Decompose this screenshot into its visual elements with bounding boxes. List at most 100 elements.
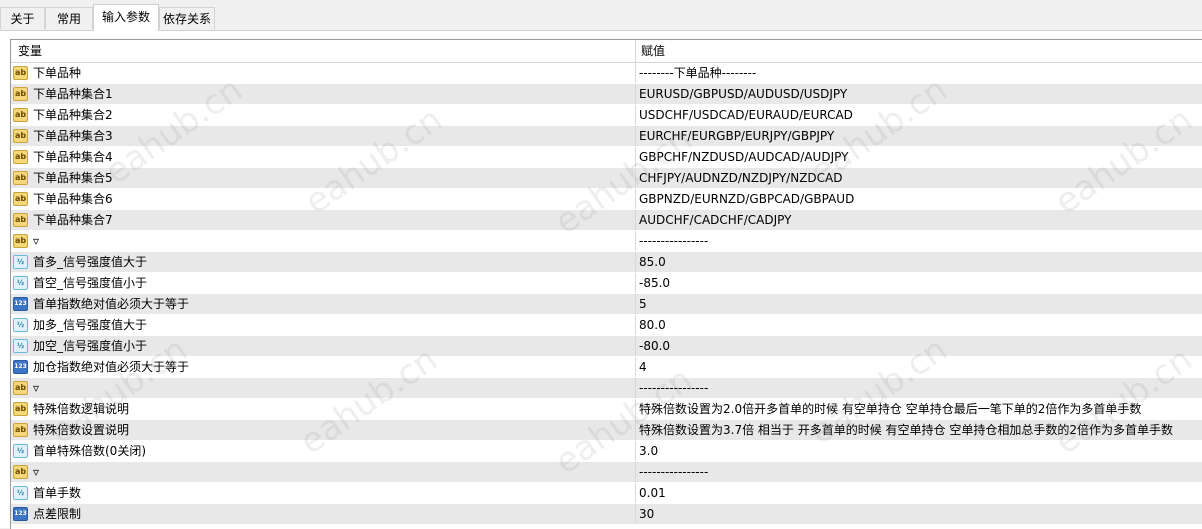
- parameter-value[interactable]: 特殊倍数设置为3.7倍 相当于 开多首单的时候 有空单持仓 空单持仓相加总手数的…: [639, 420, 1173, 440]
- parameter-name: 下单品种集合4: [33, 150, 113, 164]
- column-divider[interactable]: [635, 40, 636, 62]
- table-header: 变量 赋值: [11, 40, 1202, 63]
- parameter-value[interactable]: --------下单品种--------: [639, 63, 756, 83]
- parameter-name: 加仓指数绝对值必须大于等于: [33, 360, 190, 374]
- cell-divider: [635, 420, 636, 440]
- parameter-name: ▿: [33, 465, 40, 479]
- parameter-value[interactable]: ----------------: [639, 231, 708, 251]
- string-type-icon: ab: [13, 402, 28, 416]
- table-row[interactable]: ab 下单品种集合6 GBPNZD/EURNZD/GBPCAD/GBPAUD: [11, 189, 1202, 210]
- table-row[interactable]: ab 特殊倍数逻辑说明 特殊倍数设置为2.0倍开多首单的时候 有空单持仓 空单持仓最…: [11, 399, 1202, 420]
- tab-dependencies[interactable]: 依存关系: [159, 7, 215, 29]
- table-body: ab 下单品种 --------下单品种-------- ab 下单品种集合1 EURUS…: [11, 63, 1202, 525]
- parameter-value[interactable]: 特殊倍数设置为2.0倍开多首单的时候 有空单持仓 空单持仓最后一笔下单的2倍作为…: [639, 399, 1141, 419]
- inputs-panel: 变量 赋值 ab 下单品种 --------下单品种-------- ab 下单品种集合…: [0, 31, 1202, 529]
- table-row[interactable]: ab 下单品种集合4 GBPCHF/NZDUSD/AUDCAD/AUDJPY: [11, 147, 1202, 168]
- parameter-value[interactable]: 5: [639, 294, 647, 314]
- parameter-value[interactable]: CHFJPY/AUDNZD/NZDJPY/NZDCAD: [639, 168, 843, 188]
- string-type-icon: ab: [13, 381, 28, 395]
- parameter-value[interactable]: 85.0: [639, 252, 666, 272]
- tab-bar: 关于 常用 输入参数 依存关系: [0, 0, 1202, 31]
- parameter-value[interactable]: 0.01: [639, 483, 666, 503]
- cell-divider: [635, 483, 636, 503]
- parameter-name: 加空_信号强度值小于: [33, 339, 148, 353]
- parameter-value[interactable]: GBPCHF/NZDUSD/AUDCAD/AUDJPY: [639, 147, 848, 167]
- parameter-name: 下单品种: [33, 66, 82, 80]
- parameter-name: ▿: [33, 381, 40, 395]
- table-row[interactable]: ab ▿ ----------------: [11, 462, 1202, 483]
- cell-divider: [635, 462, 636, 482]
- parameter-value[interactable]: 3.0: [639, 441, 658, 461]
- parameter-value[interactable]: EURUSD/GBPUSD/AUDUSD/USDJPY: [639, 84, 847, 104]
- parameter-name: 加多_信号强度值大于: [33, 318, 148, 332]
- table-row[interactable]: ab ▿ ----------------: [11, 378, 1202, 399]
- parameter-name: ▿: [33, 234, 40, 248]
- table-row[interactable]: ab 下单品种集合1 EURUSD/GBPUSD/AUDUSD/USDJPY: [11, 84, 1202, 105]
- integer-type-icon: 123: [13, 297, 28, 311]
- parameter-value[interactable]: ----------------: [639, 462, 708, 482]
- tab-common[interactable]: 常用: [45, 7, 93, 29]
- parameter-name: 首单手数: [33, 486, 82, 500]
- parameter-value[interactable]: ----------------: [639, 378, 708, 398]
- parameter-value[interactable]: EURCHF/EURGBP/EURJPY/GBPJPY: [639, 126, 834, 146]
- cell-divider: [635, 147, 636, 167]
- cell-divider: [635, 105, 636, 125]
- parameter-value[interactable]: 80.0: [639, 315, 666, 335]
- table-row[interactable]: ½ 加多_信号强度值大于 80.0: [11, 315, 1202, 336]
- cell-divider: [635, 357, 636, 377]
- table-row[interactable]: ab 下单品种集合2 USDCHF/USDCAD/EURAUD/EURCAD: [11, 105, 1202, 126]
- table-row[interactable]: ab ▿ ----------------: [11, 231, 1202, 252]
- tab-inputs[interactable]: 输入参数: [93, 4, 159, 31]
- parameter-value[interactable]: 30: [639, 504, 654, 524]
- string-type-icon: ab: [13, 171, 28, 185]
- table-row[interactable]: ab 下单品种集合7 AUDCHF/CADCHF/CADJPY: [11, 210, 1202, 231]
- parameter-value[interactable]: -85.0: [639, 273, 670, 293]
- table-row[interactable]: ab 特殊倍数设置说明 特殊倍数设置为3.7倍 相当于 开多首单的时候 有空单持仓 …: [11, 420, 1202, 441]
- string-type-icon: ab: [13, 87, 28, 101]
- table-row[interactable]: ab 下单品种集合5 CHFJPY/AUDNZD/NZDJPY/NZDCAD: [11, 168, 1202, 189]
- cell-divider: [635, 84, 636, 104]
- string-type-icon: ab: [13, 423, 28, 437]
- double-type-icon: ½: [13, 318, 28, 332]
- parameter-name: 点差限制: [33, 507, 82, 521]
- parameters-table: 变量 赋值 ab 下单品种 --------下单品种-------- ab 下单品种集合…: [10, 39, 1202, 529]
- table-row[interactable]: ½ 加空_信号强度值小于 -80.0: [11, 336, 1202, 357]
- table-row[interactable]: ½ 首单特殊倍数(0关闭) 3.0: [11, 441, 1202, 462]
- parameter-value[interactable]: GBPNZD/EURNZD/GBPCAD/GBPAUD: [639, 189, 854, 209]
- string-type-icon: ab: [13, 66, 28, 80]
- parameter-name: 首空_信号强度值小于: [33, 276, 148, 290]
- table-row[interactable]: ab 下单品种 --------下单品种--------: [11, 63, 1202, 84]
- parameter-name: 特殊倍数逻辑说明: [33, 402, 130, 416]
- parameter-value[interactable]: AUDCHF/CADCHF/CADJPY: [639, 210, 791, 230]
- integer-type-icon: 123: [13, 360, 28, 374]
- column-header-variable[interactable]: 变量: [18, 40, 42, 62]
- cell-divider: [635, 231, 636, 251]
- cell-divider: [635, 504, 636, 524]
- cell-divider: [635, 252, 636, 272]
- parameter-value[interactable]: -80.0: [639, 336, 670, 356]
- tab-about[interactable]: 关于: [0, 7, 45, 29]
- table-row[interactable]: 123 加仓指数绝对值必须大于等于 4: [11, 357, 1202, 378]
- parameter-value[interactable]: 4: [639, 357, 647, 377]
- table-row[interactable]: ab 下单品种集合3 EURCHF/EURGBP/EURJPY/GBPJPY: [11, 126, 1202, 147]
- cell-divider: [635, 168, 636, 188]
- parameter-name: 首单特殊倍数(0关闭): [33, 444, 146, 458]
- cell-divider: [635, 273, 636, 293]
- table-row[interactable]: ½ 首单手数 0.01: [11, 483, 1202, 504]
- double-type-icon: ½: [13, 276, 28, 290]
- double-type-icon: ½: [13, 486, 28, 500]
- column-header-value[interactable]: 赋值: [641, 40, 665, 62]
- table-row[interactable]: 123 首单指数绝对值必须大于等于 5: [11, 294, 1202, 315]
- parameter-value[interactable]: USDCHF/USDCAD/EURAUD/EURCAD: [639, 105, 853, 125]
- parameter-name: 下单品种集合3: [33, 129, 113, 143]
- parameter-name: 首多_信号强度值大于: [33, 255, 148, 269]
- cell-divider: [635, 210, 636, 230]
- table-row[interactable]: ½ 首多_信号强度值大于 85.0: [11, 252, 1202, 273]
- table-row[interactable]: ½ 首空_信号强度值小于 -85.0: [11, 273, 1202, 294]
- parameter-name: 特殊倍数设置说明: [33, 423, 130, 437]
- cell-divider: [635, 126, 636, 146]
- parameter-name: 下单品种集合6: [33, 192, 113, 206]
- double-type-icon: ½: [13, 444, 28, 458]
- string-type-icon: ab: [13, 129, 28, 143]
- table-row[interactable]: 123 点差限制 30: [11, 504, 1202, 525]
